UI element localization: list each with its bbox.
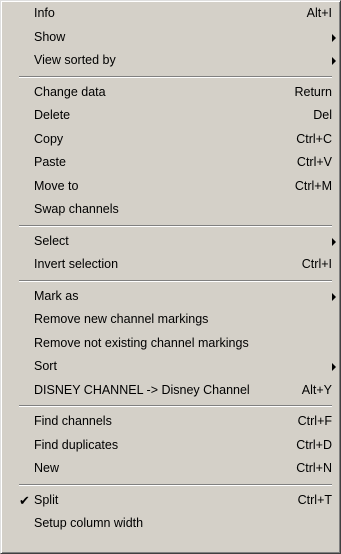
menu-item-shortcut: Alt+Y [301, 382, 332, 397]
menu-item-shortcut: Ctrl+D [296, 437, 332, 452]
menu-item-remove-not-existing-channel-markings[interactable]: Remove not existing channel markings [1, 332, 340, 356]
menu-separator [1, 73, 340, 81]
submenu-arrow-icon [332, 33, 336, 42]
menu-item-new[interactable]: New Ctrl+N [1, 457, 340, 481]
menu-item-label: Invert selection [34, 257, 119, 271]
menu-item-label: Show [34, 29, 66, 44]
menu-item-shortcut: Ctrl+M [294, 178, 332, 193]
menu-item-label: Remove not existing channel markings [34, 335, 249, 350]
menu-item-label: View sorted by [34, 53, 116, 67]
menu-item-label: Sort [34, 359, 57, 373]
menu-item-select[interactable]: Select [1, 230, 340, 254]
menu-item-label: Delete [34, 108, 71, 122]
menu-item-remove-new-channel-markings[interactable]: Remove new channel markings [1, 308, 340, 332]
menu-item-shortcut: Ctrl+C [296, 131, 332, 146]
menu-item-label: DISNEY CHANNEL -> Disney Channel [34, 382, 250, 397]
menu-item-view-sorted-by[interactable]: View sorted by [1, 49, 340, 73]
checkmark-icon: ✔ [19, 492, 30, 508]
menu-item-swap-channels[interactable]: Swap channels [1, 198, 340, 222]
menu-item-split[interactable]: ✔ Split Ctrl+T [1, 489, 340, 513]
context-menu: Info Alt+I Show View sorted by Change da… [0, 0, 341, 554]
menu-item-label: Info [34, 6, 55, 20]
menu-item-shortcut: Return [294, 84, 332, 99]
menu-item-disney-channel-rename[interactable]: DISNEY CHANNEL -> Disney Channel Alt+Y [1, 379, 340, 403]
menu-item-label: Copy [34, 131, 64, 146]
menu-item-label: Remove new channel markings [34, 312, 209, 326]
submenu-arrow-icon [332, 57, 336, 65]
menu-item-sort[interactable]: Sort [1, 355, 340, 379]
submenu-arrow-icon [332, 237, 336, 246]
menu-item-label: New [34, 461, 60, 475]
menu-item-label: Paste [34, 155, 66, 169]
menu-item-paste[interactable]: Paste Ctrl+V [1, 151, 340, 175]
menu-item-find-channels[interactable]: Find channels Ctrl+F [1, 410, 340, 434]
menu-item-setup-column-width[interactable]: Setup column width [1, 512, 340, 536]
menu-item-mark-as[interactable]: Mark as [1, 285, 340, 309]
menu-item-info[interactable]: Info Alt+I [1, 2, 340, 26]
menu-item-shortcut: Ctrl+T [297, 492, 332, 507]
menu-item-label: Find duplicates [34, 437, 119, 452]
menu-separator [1, 402, 340, 410]
menu-item-show[interactable]: Show [1, 26, 340, 50]
menu-separator [1, 481, 340, 489]
menu-item-label: Mark as [34, 288, 79, 303]
menu-item-find-duplicates[interactable]: Find duplicates Ctrl+D [1, 434, 340, 458]
menu-item-shortcut: Ctrl+N [296, 461, 332, 475]
menu-separator [1, 222, 340, 230]
menu-item-label: Select [34, 233, 69, 248]
submenu-arrow-icon [332, 363, 336, 371]
menu-item-shortcut: Del [313, 108, 332, 122]
menu-item-shortcut: Alt+I [306, 6, 332, 20]
menu-item-label: Find channels [34, 414, 112, 428]
menu-item-shortcut: Ctrl+V [296, 155, 332, 169]
menu-item-invert-selection[interactable]: Invert selection Ctrl+I [1, 253, 340, 277]
menu-item-label: Change data [34, 84, 106, 99]
menu-item-copy[interactable]: Copy Ctrl+C [1, 128, 340, 152]
menu-item-shortcut: Ctrl+F [297, 414, 332, 428]
menu-item-label: Move to [34, 178, 79, 193]
menu-separator [1, 277, 340, 285]
menu-item-delete[interactable]: Delete Del [1, 104, 340, 128]
menu-item-move-to[interactable]: Move to Ctrl+M [1, 175, 340, 199]
menu-item-change-data[interactable]: Change data Return [1, 81, 340, 105]
submenu-arrow-icon [332, 292, 336, 301]
menu-item-label: Swap channels [34, 202, 119, 216]
menu-item-label: Split [34, 492, 59, 507]
menu-item-label: Setup column width [34, 516, 144, 530]
menu-item-shortcut: Ctrl+I [301, 257, 332, 271]
